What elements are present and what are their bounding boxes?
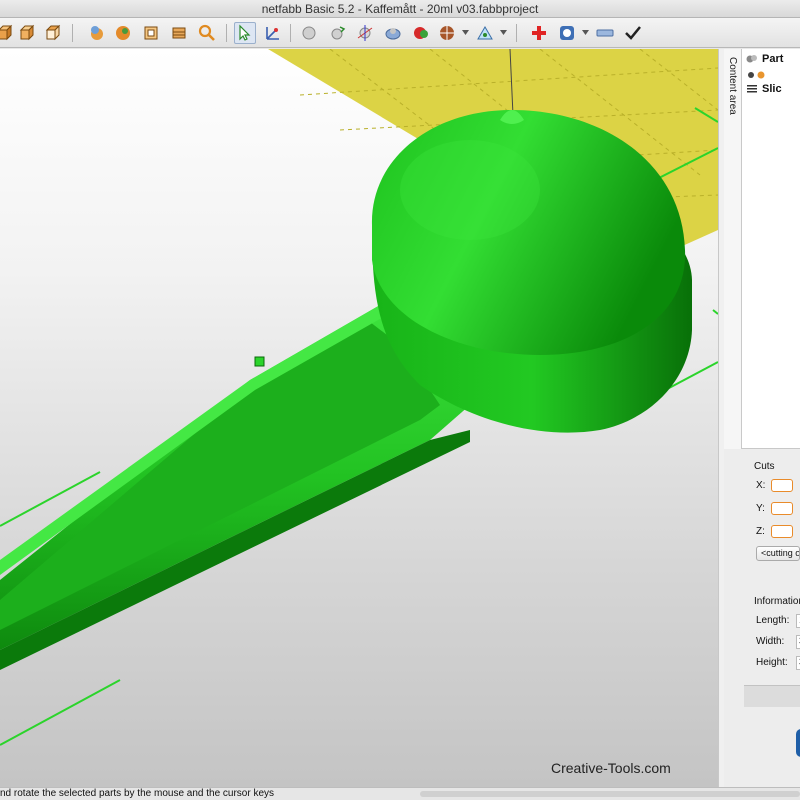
select-arrow-icon[interactable] [234, 22, 256, 44]
cut-x-input[interactable] [771, 479, 794, 492]
content-area-tab-label: Content area [727, 57, 738, 115]
cutting-select[interactable]: <cutting o [756, 546, 800, 561]
cube-front-view-icon[interactable] [0, 22, 16, 44]
chevron-down-icon[interactable] [582, 29, 589, 36]
repair-icon[interactable] [556, 22, 578, 44]
cuts-title: Cuts [754, 461, 775, 472]
cut-y-row: Y: [756, 502, 793, 515]
info-width-value: 3 [796, 634, 800, 649]
support-icon[interactable] [382, 22, 404, 44]
ruler-icon[interactable] [594, 22, 616, 44]
sphere-move-icon[interactable] [326, 22, 348, 44]
info-height-row: Height: 3 [756, 655, 800, 670]
main-toolbar [0, 18, 800, 48]
3d-viewport[interactable]: Creative-Tools.com [0, 49, 718, 787]
cut-x-label: X: [756, 480, 766, 491]
info-width-label: Width: [756, 636, 785, 647]
globe-color-icon[interactable] [112, 22, 134, 44]
scoop-cup[interactable] [371, 110, 692, 433]
measure-icon[interactable] [474, 22, 496, 44]
info-length-label: Length: [756, 615, 790, 626]
sphere-axes-icon[interactable] [354, 22, 376, 44]
add-part-icon[interactable] [528, 22, 550, 44]
frame-view-icon[interactable] [140, 22, 162, 44]
info-width-row: Width: 3 [756, 634, 800, 649]
cut-x-row: X: [756, 479, 794, 492]
layers-view-icon[interactable] [168, 22, 190, 44]
watermark-text: Creative-Tools.com [551, 760, 671, 776]
red-sphere-icon[interactable] [410, 22, 432, 44]
part-status-icon [748, 71, 765, 79]
slices-icon [747, 85, 757, 93]
status-text: nd rotate the selected parts by the mous… [0, 788, 275, 799]
rotate-tool-icon[interactable] [262, 22, 284, 44]
content-area-tab[interactable]: Content area [724, 49, 742, 449]
check-icon[interactable] [622, 22, 644, 44]
status-bar: nd rotate the selected parts by the mous… [0, 787, 800, 800]
info-length-value: 1 [796, 613, 800, 628]
parts-icon [746, 55, 757, 63]
sphere-icon[interactable] [298, 22, 320, 44]
chevron-down-icon[interactable] [500, 29, 507, 36]
tree-item-slices[interactable]: Slic [746, 83, 782, 95]
selection-handle[interactable] [254, 356, 265, 367]
cube-top-view-icon[interactable] [42, 22, 64, 44]
information-title: Information [754, 596, 800, 607]
zoom-icon[interactable] [196, 22, 218, 44]
info-length-row: Length: 1 [756, 613, 800, 628]
blue-action-button[interactable] [796, 729, 800, 757]
tree-item-slices-label: Slic [762, 83, 782, 95]
cut-z-row: Z: [756, 525, 793, 538]
tree-item-parts-label: Part [762, 53, 784, 65]
scene-render [0, 49, 718, 746]
cut-z-label: Z: [756, 526, 765, 537]
parts-tree: Part Slic [742, 49, 800, 449]
tree-item-part[interactable] [746, 69, 774, 81]
panel-action-button[interactable] [744, 685, 800, 707]
cut-z-input[interactable] [770, 525, 793, 538]
info-height-value: 3 [796, 655, 800, 670]
chevron-down-icon[interactable] [462, 29, 469, 36]
tree-item-parts[interactable]: Part [746, 53, 783, 65]
info-height-label: Height: [756, 657, 788, 668]
window-title: netfabb Basic 5.2 - Kaffemått - 20ml v03… [0, 0, 800, 18]
cube-side-view-icon[interactable] [16, 22, 38, 44]
paint-icon[interactable] [86, 22, 108, 44]
cut-y-label: Y: [756, 503, 765, 514]
shading-icon[interactable] [436, 22, 458, 44]
right-panel: Content area Part Slic Cuts X: Y: Z: <cu… [724, 49, 800, 787]
cut-y-input[interactable] [770, 502, 793, 515]
horizontal-scrollbar[interactable] [420, 791, 800, 797]
